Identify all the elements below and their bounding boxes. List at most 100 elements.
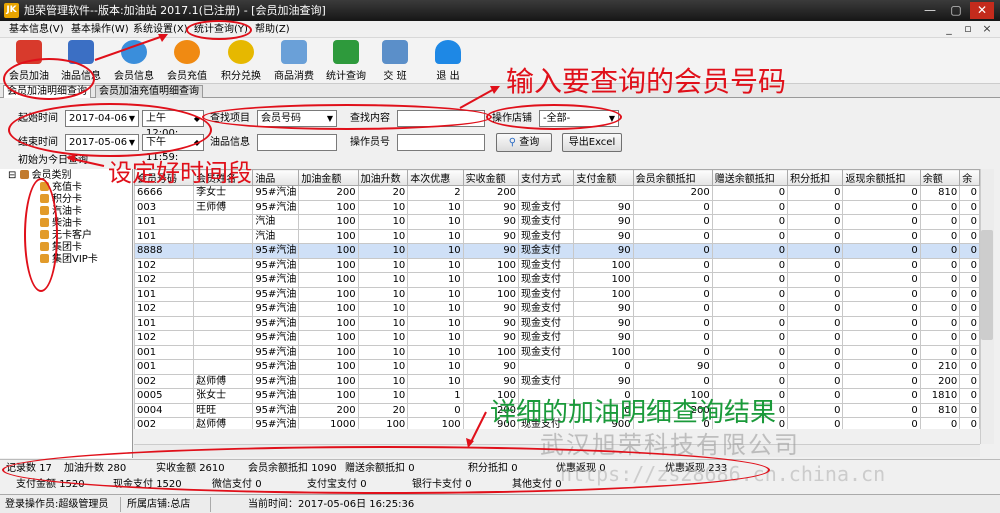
column-header[interactable]: 支付方式	[518, 169, 575, 186]
table-cell: 汽油	[252, 214, 300, 230]
table-cell: 0	[787, 330, 844, 346]
close-icon[interactable]: ✕	[970, 2, 994, 19]
table-row[interactable]: 101 95#汽油 100 10 10 100 现金支付 100 0 0 0 0 0 0	[134, 286, 980, 302]
column-header[interactable]: 加油金额	[298, 169, 359, 186]
table-cell: 0	[632, 272, 713, 288]
table-cell: 100	[573, 344, 634, 360]
search-icon: ⚲	[508, 137, 520, 148]
table-cell: 90	[573, 243, 634, 259]
toolbar-goods-consume[interactable]: 商品消费	[271, 40, 317, 82]
table-cell: 0	[711, 199, 789, 215]
column-header[interactable]: 加油升数	[357, 169, 409, 186]
table-cell: 现金支付	[518, 243, 575, 259]
table-cell: 100	[298, 388, 359, 404]
oil-info-input[interactable]	[257, 134, 337, 151]
column-header[interactable]: 本次优惠	[407, 169, 464, 186]
table-cell: 现金支付	[518, 214, 575, 230]
toolbar-member-info[interactable]: 会员信息	[111, 40, 157, 82]
table-cell: 95#汽油	[252, 330, 300, 346]
toolbar-points-exchange[interactable]: 积分兑换	[218, 40, 264, 82]
table-cell: 0	[959, 359, 980, 375]
results-table: 会员号码 会员姓名 油品 加油金额 加油升数 本次优惠 实收金额 支付方式 支付金额 会员余额抵扣…	[134, 169, 980, 429]
table-cell: 0	[787, 301, 844, 317]
annotation-oval-store	[486, 104, 622, 130]
table-row[interactable]: 102 95#汽油 100 10 10 90 现金支付 90 0 0 0 0 0 0	[134, 301, 980, 317]
table-cell: 10	[407, 315, 464, 331]
table-cell: 95#汽油	[252, 402, 300, 418]
table-cell: 001	[134, 359, 195, 375]
mdi-close-icon[interactable]: ×	[980, 22, 994, 35]
table-cell	[193, 272, 254, 288]
table-row[interactable]: 101 汽油 100 10 10 90 现金支付 90 0 0 0 0 0 0	[134, 228, 980, 244]
table-row[interactable]: 002 赵师傅 95#汽油 100 10 10 90 现金支付 90 0 0 0 0 200 0	[134, 373, 980, 389]
toolbar-label: 会员信息	[114, 71, 154, 82]
column-header[interactable]: 实收金额	[462, 169, 520, 186]
table-row[interactable]: 001 95#汽油 100 10 10 100 现金支付 100 0 0 0 0 0 0	[134, 344, 980, 360]
menu-basic-operation[interactable]: 基本操作(W)	[71, 23, 129, 36]
query-button[interactable]: ⚲ 查询	[496, 133, 552, 152]
table-row[interactable]: 6666 李女士 95#汽油 200 20 2 200 200 0 0 0 810 0	[134, 185, 980, 201]
column-header[interactable]: 油品	[252, 169, 300, 186]
mdi-minimize-icon[interactable]: _	[942, 22, 956, 35]
operator-input[interactable]	[397, 134, 485, 151]
folder-icon	[19, 170, 29, 179]
menu-help[interactable]: 帮助(Z)	[255, 23, 290, 36]
table-cell: 20	[357, 402, 409, 418]
table-cell: 101	[134, 214, 195, 230]
title-bar: JK 旭荣管理软件--版本:加油站 2017.1(已注册) - [会员加油查询]…	[0, 0, 1000, 21]
table-cell: 8888	[134, 243, 195, 259]
column-header[interactable]: 赠送余额抵扣	[711, 169, 789, 186]
oil-info-label: 油品信息	[210, 137, 250, 148]
column-header[interactable]: 支付金额	[573, 169, 634, 186]
table-row[interactable]: 003 王师傅 95#汽油 100 10 10 90 现金支付 90 0 0 0 0 0 0	[134, 199, 980, 215]
vertical-scroll-thumb[interactable]	[981, 230, 993, 340]
table-cell: 0	[919, 417, 961, 429]
tab-recharge-detail[interactable]: 会员加油充值明细查询	[95, 85, 203, 98]
column-header[interactable]: 余额	[919, 169, 961, 186]
init-today-link[interactable]: 初始为今日查询	[18, 154, 88, 168]
minimize-icon[interactable]: —	[918, 2, 942, 19]
table-row[interactable]: 102 95#汽油 100 10 10 100 现金支付 100 0 0 0 0 0 0	[134, 272, 980, 288]
menu-basic-info[interactable]: 基本信息(V)	[9, 23, 64, 36]
table-cell: 10	[357, 243, 409, 259]
column-header[interactable]: 返现余额抵扣	[842, 169, 921, 186]
maximize-icon[interactable]: ▢	[944, 2, 968, 19]
table-row[interactable]: 101 汽油 100 10 10 90 现金支付 90 0 0 0 0 0 0	[134, 214, 980, 230]
table-cell	[193, 257, 254, 273]
table-cell: 0	[959, 199, 980, 215]
table-row[interactable]: 101 95#汽油 100 10 10 90 现金支付 90 0 0 0 0 0 0	[134, 315, 980, 331]
table-cell: 0	[842, 402, 921, 418]
column-header[interactable]: 积分抵扣	[787, 169, 844, 186]
export-excel-button[interactable]: 导出Excel	[562, 133, 622, 152]
mdi-restore-icon[interactable]: ▫	[961, 22, 975, 35]
table-cell: 0	[842, 286, 921, 302]
table-cell: 0	[711, 373, 789, 389]
table-cell: 100	[298, 315, 359, 331]
table-cell: 0	[787, 257, 844, 273]
table-cell: 0	[919, 257, 961, 273]
toolbar-statistics[interactable]: 统计查询	[323, 40, 369, 82]
table-cell: 0	[632, 214, 713, 230]
table-row[interactable]: 102 95#汽油 100 10 10 90 现金支付 90 0 0 0 0 0 0	[134, 330, 980, 346]
table-row[interactable]: 001 95#汽油 100 10 10 90 0 90 0 0 0 210 0	[134, 359, 980, 375]
table-cell: 100	[298, 301, 359, 317]
table-cell: 0	[711, 330, 789, 346]
table-cell: 0	[711, 359, 789, 375]
table-cell: 90	[462, 330, 520, 346]
toolbar-exit[interactable]: 退 出	[428, 40, 468, 82]
column-header[interactable]: 余	[959, 169, 980, 186]
table-cell: 10	[407, 359, 464, 375]
menu-system-settings[interactable]: 系统设置(X)	[133, 23, 188, 36]
table-cell: 10	[357, 330, 409, 346]
table-cell: 0	[959, 228, 980, 244]
goods-icon	[281, 40, 307, 64]
table-row[interactable]: 8888 95#汽油 100 10 10 90 现金支付 90 0 0 0 0 0 0	[134, 243, 980, 259]
table-row[interactable]: 102 95#汽油 100 10 10 100 现金支付 100 0 0 0 0 0 0	[134, 257, 980, 273]
table-cell: 0	[711, 243, 789, 259]
column-header[interactable]: 会员余额抵扣	[632, 169, 713, 186]
chart-icon	[333, 40, 359, 64]
table-cell: 0	[919, 272, 961, 288]
toolbar-shift[interactable]: 交 班	[375, 40, 415, 82]
table-cell: 0	[842, 373, 921, 389]
toolbar-member-recharge[interactable]: 会员充值	[164, 40, 210, 82]
